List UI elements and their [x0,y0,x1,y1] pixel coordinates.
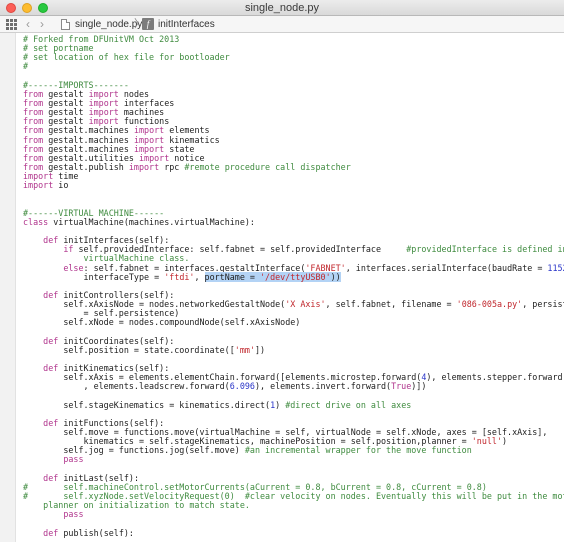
python-file-icon [61,19,70,30]
code-token: '086-005a.py' [456,299,523,310]
code-token: # set location of hex file for bootloade… [23,52,230,63]
code-token: ]) [254,344,266,355]
window-title: single_node.py [244,2,319,14]
code-token: 'X Axis' [285,299,326,310]
code-token: 6.096 [229,381,255,392]
code-token: 115200 [547,262,564,273]
code-line[interactable]: pass [23,455,564,464]
code-token: ), elements.invert.forward( [254,381,392,392]
code-line[interactable]: # set location of hex file for bootloade… [23,53,564,62]
code-line[interactable]: interfaceType = 'ftdi', portName = '/dev… [23,271,564,282]
code-line[interactable]: import time [23,172,564,181]
line-gutter [0,33,16,542]
code-line[interactable]: # Forked from DFUnitVM Oct 2013 [23,34,564,44]
code-token: , interfaces.serialInterface(baudRate = [345,262,548,273]
code-token: '/dev/ttyUSB0' [260,271,331,282]
jump-bar: ‹ › single_node.py 〉 f initInterfaces [0,16,564,33]
code-token: io [53,180,69,191]
code-token: #providedInterface is defined in the [406,244,564,255]
code-token: interfaceType = [23,271,165,282]
code-line[interactable] [23,190,564,199]
code-token: , [194,271,205,282]
code-line[interactable]: pass [23,510,564,519]
code-token: portName = [204,271,261,282]
code-token: self.xNode = nodes.compoundNode(self.xAx… [23,317,301,328]
forward-arrow-icon[interactable]: › [40,17,44,31]
code-token: self.stageKinematics = kinematics.direct… [23,399,271,410]
code-line[interactable]: class virtualMachine(machines.virtualMac… [23,216,564,227]
breadcrumb-function[interactable]: initInterfaces [158,18,215,31]
code-token: # [23,61,29,72]
code-token: #an incremental wrapper for the move fun… [244,445,472,456]
code-line[interactable]: self.stageKinematics = kinematics.direct… [23,399,564,410]
code-line[interactable]: self.xNode = nodes.compoundNode(self.xAx… [23,318,564,327]
code-token: ) [502,436,508,447]
back-arrow-icon[interactable]: ‹ [26,17,30,31]
breadcrumb-file[interactable]: single_node.py [75,18,142,31]
code-token: )) [330,271,341,282]
related-items-grid-icon[interactable] [6,19,17,30]
code-token: virtualMachine(machines.virtualMachine): [48,216,255,227]
code-token: pass [63,509,84,520]
code-line[interactable]: , elements.leadscrew.forward(6.096), ele… [23,382,564,391]
code-token: #remote procedure call dispatcher [184,161,351,172]
code-token: 'null' [471,436,503,447]
function-icon: f [142,18,154,30]
code-token: , persistence [522,299,564,310]
code-line[interactable]: def publish(self): [23,527,564,538]
code-line[interactable]: self.position = state.coordinate(['mm']) [23,344,564,355]
code-token: ), elements.stepper.forward( [426,372,564,383]
code-token: 'ftdi' [164,271,195,282]
code-token: self.position = state.coordinate([ [23,344,235,355]
code-token: #direct drive on all axes [285,399,412,410]
code-line[interactable]: # [23,62,564,71]
title-bar: single_node.py [0,0,564,16]
code-token: , elements.leadscrew.forward( [23,381,230,392]
code-line[interactable]: self.jog = functions.jog(self.move) #an … [23,446,564,455]
code-token: )]) [411,381,427,392]
code-token: ) [275,399,286,410]
code-token: True [391,381,412,392]
code-token: rpc [159,161,185,172]
code-line[interactable]: planner on initialization to match state… [23,501,564,510]
code-line[interactable]: import io [23,181,564,190]
code-token: publish(self): [58,527,134,538]
code-token: import [128,161,160,172]
code-editor[interactable]: # Forked from DFUnitVM Oct 2013 # set por… [0,33,564,542]
code-token: 'mm' [234,344,255,355]
source-code[interactable]: # Forked from DFUnitVM Oct 2013 # set por… [23,34,564,538]
code-line[interactable]: from gestalt.publish import rpc #remote … [23,161,564,172]
code-token: pass [63,454,84,465]
code-token: , self.fabnet, filename = [325,299,457,310]
code-token: def [43,527,59,538]
